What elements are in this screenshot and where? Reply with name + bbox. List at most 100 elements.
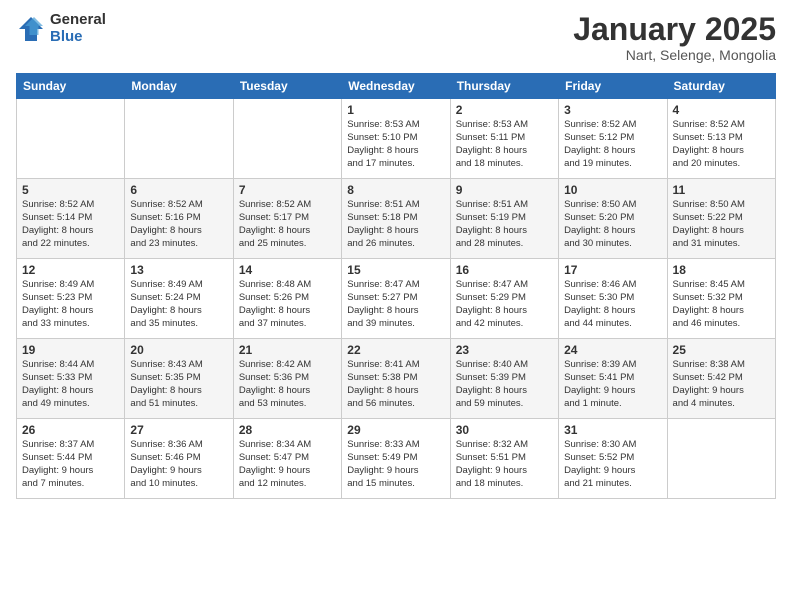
cell-day-number: 23 xyxy=(456,343,553,357)
cell-day-number: 20 xyxy=(130,343,227,357)
cell-day-number: 21 xyxy=(239,343,336,357)
cell-info: Sunrise: 8:30 AM Sunset: 5:52 PM Dayligh… xyxy=(564,439,661,490)
cell-info: Sunrise: 8:49 AM Sunset: 5:23 PM Dayligh… xyxy=(22,279,119,330)
calendar-cell: 24 Sunrise: 8:39 AM Sunset: 5:41 PM Dayli… xyxy=(559,339,667,419)
calendar-cell: 30 Sunrise: 8:32 AM Sunset: 5:51 PM Dayli… xyxy=(450,419,558,499)
cell-info: Sunrise: 8:51 AM Sunset: 5:18 PM Dayligh… xyxy=(347,199,444,250)
cell-day-number: 26 xyxy=(22,423,119,437)
day-header-thursday: Thursday xyxy=(450,74,558,99)
logo: General Blue xyxy=(16,12,106,45)
cell-day-number: 9 xyxy=(456,183,553,197)
calendar-cell: 3 Sunrise: 8:52 AM Sunset: 5:12 PM Daylig… xyxy=(559,99,667,179)
calendar-cell: 12 Sunrise: 8:49 AM Sunset: 5:23 PM Dayli… xyxy=(17,259,125,339)
calendar-cell: 8 Sunrise: 8:51 AM Sunset: 5:18 PM Daylig… xyxy=(342,179,450,259)
cell-day-number: 17 xyxy=(564,263,661,277)
calendar-cell: 21 Sunrise: 8:42 AM Sunset: 5:36 PM Dayli… xyxy=(233,339,341,419)
cell-day-number: 16 xyxy=(456,263,553,277)
cell-day-number: 5 xyxy=(22,183,119,197)
week-row-4: 19 Sunrise: 8:44 AM Sunset: 5:33 PM Dayli… xyxy=(17,339,776,419)
cell-info: Sunrise: 8:52 AM Sunset: 5:16 PM Dayligh… xyxy=(130,199,227,250)
cell-day-number: 12 xyxy=(22,263,119,277)
cell-info: Sunrise: 8:38 AM Sunset: 5:42 PM Dayligh… xyxy=(673,359,770,410)
cell-info: Sunrise: 8:50 AM Sunset: 5:22 PM Dayligh… xyxy=(673,199,770,250)
calendar-cell: 6 Sunrise: 8:52 AM Sunset: 5:16 PM Daylig… xyxy=(125,179,233,259)
calendar-cell: 25 Sunrise: 8:38 AM Sunset: 5:42 PM Dayli… xyxy=(667,339,775,419)
calendar-cell: 15 Sunrise: 8:47 AM Sunset: 5:27 PM Dayli… xyxy=(342,259,450,339)
cell-info: Sunrise: 8:41 AM Sunset: 5:38 PM Dayligh… xyxy=(347,359,444,410)
calendar-cell: 23 Sunrise: 8:40 AM Sunset: 5:39 PM Dayli… xyxy=(450,339,558,419)
logo-icon xyxy=(16,14,46,44)
day-header-friday: Friday xyxy=(559,74,667,99)
cell-info: Sunrise: 8:49 AM Sunset: 5:24 PM Dayligh… xyxy=(130,279,227,330)
cell-info: Sunrise: 8:52 AM Sunset: 5:17 PM Dayligh… xyxy=(239,199,336,250)
cell-day-number: 6 xyxy=(130,183,227,197)
cell-info: Sunrise: 8:52 AM Sunset: 5:14 PM Dayligh… xyxy=(22,199,119,250)
cell-info: Sunrise: 8:34 AM Sunset: 5:47 PM Dayligh… xyxy=(239,439,336,490)
cell-day-number: 30 xyxy=(456,423,553,437)
calendar-cell: 28 Sunrise: 8:34 AM Sunset: 5:47 PM Dayli… xyxy=(233,419,341,499)
calendar-cell: 13 Sunrise: 8:49 AM Sunset: 5:24 PM Dayli… xyxy=(125,259,233,339)
calendar-cell: 1Sunrise: 8:53 AM Sunset: 5:10 PM Daylig… xyxy=(342,99,450,179)
calendar-cell: 18 Sunrise: 8:45 AM Sunset: 5:32 PM Dayli… xyxy=(667,259,775,339)
logo-text: General Blue xyxy=(50,12,106,45)
cell-day-number: 11 xyxy=(673,183,770,197)
calendar-table: SundayMondayTuesdayWednesdayThursdayFrid… xyxy=(16,73,776,499)
calendar-cell: 19 Sunrise: 8:44 AM Sunset: 5:33 PM Dayli… xyxy=(17,339,125,419)
cell-day-number: 31 xyxy=(564,423,661,437)
cell-info: Sunrise: 8:46 AM Sunset: 5:30 PM Dayligh… xyxy=(564,279,661,330)
cell-info: Sunrise: 8:53 AM Sunset: 5:11 PM Dayligh… xyxy=(456,119,553,170)
cell-day-number: 15 xyxy=(347,263,444,277)
calendar-cell xyxy=(17,99,125,179)
cell-info: Sunrise: 8:32 AM Sunset: 5:51 PM Dayligh… xyxy=(456,439,553,490)
calendar-cell: 29Sunrise: 8:33 AM Sunset: 5:49 PM Dayli… xyxy=(342,419,450,499)
cell-info: Sunrise: 8:50 AM Sunset: 5:20 PM Dayligh… xyxy=(564,199,661,250)
calendar-cell: 16Sunrise: 8:47 AM Sunset: 5:29 PM Dayli… xyxy=(450,259,558,339)
cell-day-number: 3 xyxy=(564,103,661,117)
cell-info: Sunrise: 8:48 AM Sunset: 5:26 PM Dayligh… xyxy=(239,279,336,330)
cell-day-number: 1 xyxy=(347,103,444,117)
cell-info: Sunrise: 8:37 AM Sunset: 5:44 PM Dayligh… xyxy=(22,439,119,490)
cell-day-number: 29 xyxy=(347,423,444,437)
cell-day-number: 28 xyxy=(239,423,336,437)
week-row-3: 12 Sunrise: 8:49 AM Sunset: 5:23 PM Dayli… xyxy=(17,259,776,339)
cell-info: Sunrise: 8:40 AM Sunset: 5:39 PM Dayligh… xyxy=(456,359,553,410)
cell-info: Sunrise: 8:47 AM Sunset: 5:27 PM Dayligh… xyxy=(347,279,444,330)
calendar-cell: 14 Sunrise: 8:48 AM Sunset: 5:26 PM Dayli… xyxy=(233,259,341,339)
calendar-cell xyxy=(233,99,341,179)
cell-day-number: 8 xyxy=(347,183,444,197)
cell-day-number: 25 xyxy=(673,343,770,357)
cell-day-number: 14 xyxy=(239,263,336,277)
cell-day-number: 7 xyxy=(239,183,336,197)
cell-info: Sunrise: 8:44 AM Sunset: 5:33 PM Dayligh… xyxy=(22,359,119,410)
cell-info: Sunrise: 8:42 AM Sunset: 5:36 PM Dayligh… xyxy=(239,359,336,410)
cell-day-number: 24 xyxy=(564,343,661,357)
week-row-2: 5 Sunrise: 8:52 AM Sunset: 5:14 PM Daylig… xyxy=(17,179,776,259)
day-header-wednesday: Wednesday xyxy=(342,74,450,99)
cell-day-number: 10 xyxy=(564,183,661,197)
day-header-sunday: Sunday xyxy=(17,74,125,99)
calendar-page: General Blue January 2025 Nart, Selenge,… xyxy=(0,0,792,612)
calendar-cell: 9 Sunrise: 8:51 AM Sunset: 5:19 PM Daylig… xyxy=(450,179,558,259)
cell-info: Sunrise: 8:45 AM Sunset: 5:32 PM Dayligh… xyxy=(673,279,770,330)
title-block: January 2025 Nart, Selenge, Mongolia xyxy=(573,12,776,63)
calendar-subtitle: Nart, Selenge, Mongolia xyxy=(573,47,776,63)
week-row-1: 1Sunrise: 8:53 AM Sunset: 5:10 PM Daylig… xyxy=(17,99,776,179)
cell-info: Sunrise: 8:52 AM Sunset: 5:12 PM Dayligh… xyxy=(564,119,661,170)
cell-day-number: 19 xyxy=(22,343,119,357)
cell-info: Sunrise: 8:51 AM Sunset: 5:19 PM Dayligh… xyxy=(456,199,553,250)
calendar-title: January 2025 xyxy=(573,12,776,47)
calendar-cell: 31 Sunrise: 8:30 AM Sunset: 5:52 PM Dayli… xyxy=(559,419,667,499)
cell-day-number: 22 xyxy=(347,343,444,357)
calendar-cell: 17 Sunrise: 8:46 AM Sunset: 5:30 PM Dayli… xyxy=(559,259,667,339)
header: General Blue January 2025 Nart, Selenge,… xyxy=(16,12,776,63)
cell-info: Sunrise: 8:39 AM Sunset: 5:41 PM Dayligh… xyxy=(564,359,661,410)
calendar-cell xyxy=(125,99,233,179)
cell-day-number: 13 xyxy=(130,263,227,277)
header-row: SundayMondayTuesdayWednesdayThursdayFrid… xyxy=(17,74,776,99)
cell-day-number: 18 xyxy=(673,263,770,277)
calendar-cell: 20Sunrise: 8:43 AM Sunset: 5:35 PM Dayli… xyxy=(125,339,233,419)
cell-info: Sunrise: 8:52 AM Sunset: 5:13 PM Dayligh… xyxy=(673,119,770,170)
calendar-cell: 22 Sunrise: 8:41 AM Sunset: 5:38 PM Dayli… xyxy=(342,339,450,419)
calendar-cell: 10 Sunrise: 8:50 AM Sunset: 5:20 PM Dayli… xyxy=(559,179,667,259)
logo-blue: Blue xyxy=(50,29,106,46)
